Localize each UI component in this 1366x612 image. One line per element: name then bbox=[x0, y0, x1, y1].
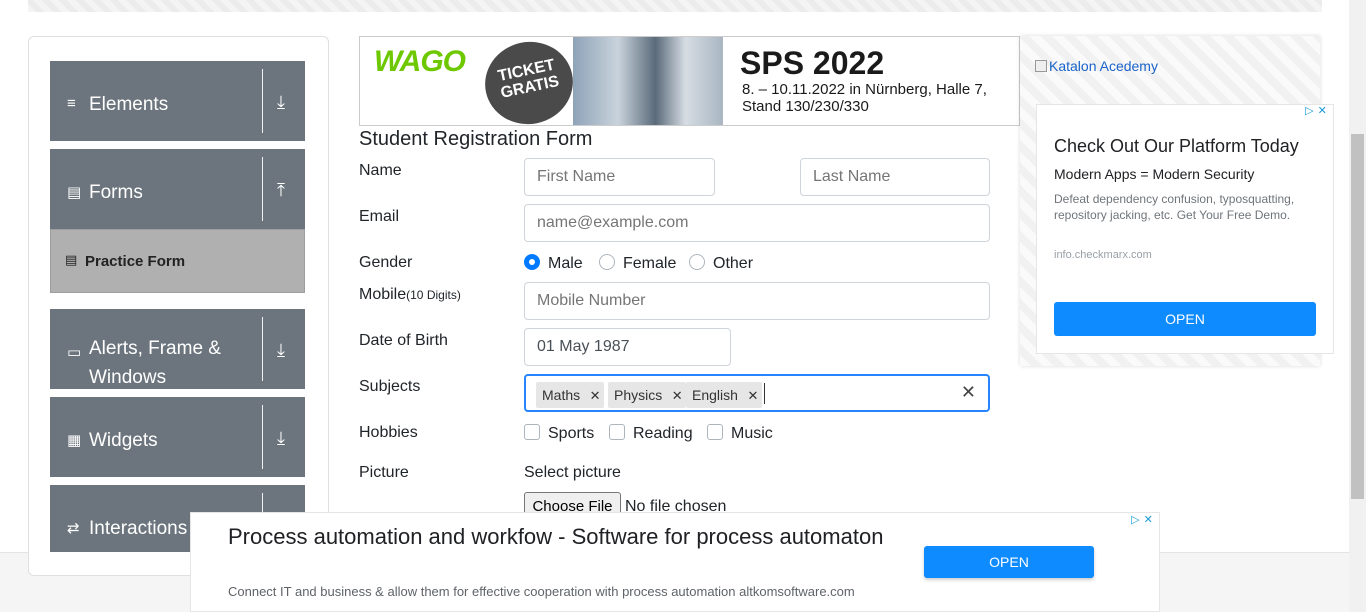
radio-label: Other bbox=[713, 255, 754, 272]
radio-selected[interactable] bbox=[524, 254, 540, 270]
radio-unselected[interactable] bbox=[689, 254, 705, 270]
checkbox[interactable] bbox=[524, 424, 540, 440]
katalon-ad-link[interactable]: Katalon Acedemy bbox=[1035, 58, 1158, 74]
sidebar-group-label: Alerts, Frame & Windows bbox=[89, 338, 221, 388]
subject-chip-physics: Physics ✕ bbox=[608, 382, 687, 409]
gender-radio-male[interactable]: Male bbox=[524, 254, 583, 273]
sidebar-group-forms[interactable]: ▤ Forms ⤒ bbox=[50, 149, 305, 229]
form-icon: ▤ bbox=[65, 252, 78, 267]
email-input[interactable] bbox=[524, 204, 990, 242]
hobby-checkbox-reading[interactable]: Reading bbox=[609, 424, 693, 443]
select-picture-label: Select picture bbox=[524, 464, 621, 481]
remove-chip-icon[interactable]: ✕ bbox=[668, 383, 686, 409]
sidebar-group-label: Forms bbox=[89, 182, 143, 203]
remove-chip-icon[interactable]: ✕ bbox=[586, 383, 604, 409]
sidebar-group-widgets[interactable]: ▦ Widgets ⤓ bbox=[50, 397, 305, 477]
side-ad-subhead: Modern Apps = Modern Security bbox=[1054, 166, 1255, 182]
checkbox-label: Music bbox=[731, 425, 773, 442]
sidebar-group-elements[interactable]: ≡ Elements ⤓ bbox=[50, 61, 305, 141]
checkbox[interactable] bbox=[609, 424, 625, 440]
hobby-checkbox-music[interactable]: Music bbox=[707, 424, 773, 443]
divider bbox=[262, 69, 263, 133]
name-label: Name bbox=[359, 162, 402, 179]
form-title: Student Registration Form bbox=[359, 128, 593, 150]
ad-choices-icon[interactable]: ▷✕ bbox=[1128, 513, 1160, 528]
checkbox-label: Sports bbox=[548, 425, 595, 442]
subjects-input[interactable]: Maths ✕ Physics ✕ English ✕ ✕ bbox=[524, 374, 990, 412]
text-caret bbox=[764, 383, 765, 404]
divider bbox=[262, 157, 263, 221]
expand-arrow-icon[interactable]: ⤓ bbox=[277, 428, 285, 449]
gender-radio-other[interactable]: Other bbox=[689, 254, 753, 273]
gender-label: Gender bbox=[359, 254, 413, 271]
menu-icon: ≡ bbox=[67, 95, 76, 112]
bottom-ad-headline[interactable]: Process automation and workfow - Softwar… bbox=[228, 522, 888, 552]
sidebar-item-practice-form[interactable]: ▤ Practice Form bbox=[50, 229, 305, 293]
page-scrollbar[interactable] bbox=[1349, 0, 1366, 612]
expand-arrow-icon[interactable]: ⤓ bbox=[277, 92, 285, 113]
subject-chip-english: English ✕ bbox=[686, 382, 762, 408]
picture-label: Picture bbox=[359, 464, 409, 481]
subjects-label: Subjects bbox=[359, 378, 421, 395]
ticket-badge: TICKET GRATIS bbox=[477, 37, 581, 125]
mobile-hint: (10 Digits) bbox=[406, 288, 461, 302]
banner-subtitle: 8. – 10.11.2022 in Nürnberg, Halle 7, St… bbox=[742, 81, 987, 115]
clear-all-icon[interactable]: ✕ bbox=[961, 382, 976, 403]
scrollbar-thumb[interactable] bbox=[1351, 134, 1364, 499]
banner-photo bbox=[573, 37, 723, 125]
mobile-input[interactable] bbox=[524, 282, 990, 320]
dob-label: Date of Birth bbox=[359, 332, 448, 349]
top-strip bbox=[28, 0, 1322, 12]
divider bbox=[262, 317, 263, 381]
first-name-input[interactable] bbox=[524, 158, 715, 196]
document-icon: ▤ bbox=[67, 184, 82, 201]
email-label: Email bbox=[359, 208, 400, 225]
sidebar-group-label: Widgets bbox=[89, 430, 158, 451]
hobby-checkbox-sports[interactable]: Sports bbox=[524, 424, 594, 443]
side-ad-body: Defeat dependency confusion, typosquatti… bbox=[1054, 192, 1295, 222]
bottom-ad-body: Connect IT and business & allow them for… bbox=[228, 584, 855, 599]
remove-chip-icon[interactable]: ✕ bbox=[744, 383, 762, 409]
expand-arrow-icon[interactable]: ⤓ bbox=[277, 340, 285, 361]
side-ad-headline[interactable]: Check Out Our Platform Today bbox=[1054, 136, 1299, 157]
sidebar-item-label: Practice Form bbox=[85, 253, 186, 270]
collapse-arrow-icon[interactable]: ⤒ bbox=[277, 180, 285, 201]
divider bbox=[262, 405, 263, 469]
widgets-icon: ▦ bbox=[67, 432, 82, 449]
date-of-birth-input[interactable]: 01 May 1987 bbox=[524, 328, 731, 366]
bottom-ad-open-button[interactable]: OPEN bbox=[924, 546, 1094, 578]
hobbies-label: Hobbies bbox=[359, 424, 418, 441]
window-icon: ▭ bbox=[67, 344, 82, 361]
radio-label: Male bbox=[548, 255, 583, 272]
banner-ad[interactable]: WAGO TICKET GRATIS SPS 2022 8. – 10.11.2… bbox=[359, 36, 1020, 126]
ad-choices-icon[interactable]: ▷✕ bbox=[1302, 104, 1334, 119]
banner-title: SPS 2022 bbox=[740, 45, 885, 81]
broken-image-icon bbox=[1035, 60, 1047, 72]
radio-label: Female bbox=[623, 255, 677, 272]
side-ad-open-button[interactable]: OPEN bbox=[1054, 302, 1316, 336]
last-name-input[interactable] bbox=[800, 158, 990, 196]
checkbox[interactable] bbox=[707, 424, 723, 440]
radio-unselected[interactable] bbox=[599, 254, 615, 270]
side-ad-url[interactable]: info.checkmarx.com bbox=[1054, 249, 1152, 261]
interactions-icon: ⇄ bbox=[67, 520, 80, 537]
gender-radio-female[interactable]: Female bbox=[599, 254, 676, 273]
sidebar-group-label: Elements bbox=[89, 94, 169, 115]
subject-chip-maths: Maths ✕ bbox=[536, 382, 605, 409]
wago-logo: WAGO bbox=[374, 45, 466, 78]
mobile-label: Mobile(10 Digits) bbox=[359, 286, 461, 303]
sidebar-group-alerts[interactable]: ▭ Alerts, Frame & Windows ⤓ bbox=[50, 309, 305, 389]
checkbox-label: Reading bbox=[633, 425, 693, 442]
